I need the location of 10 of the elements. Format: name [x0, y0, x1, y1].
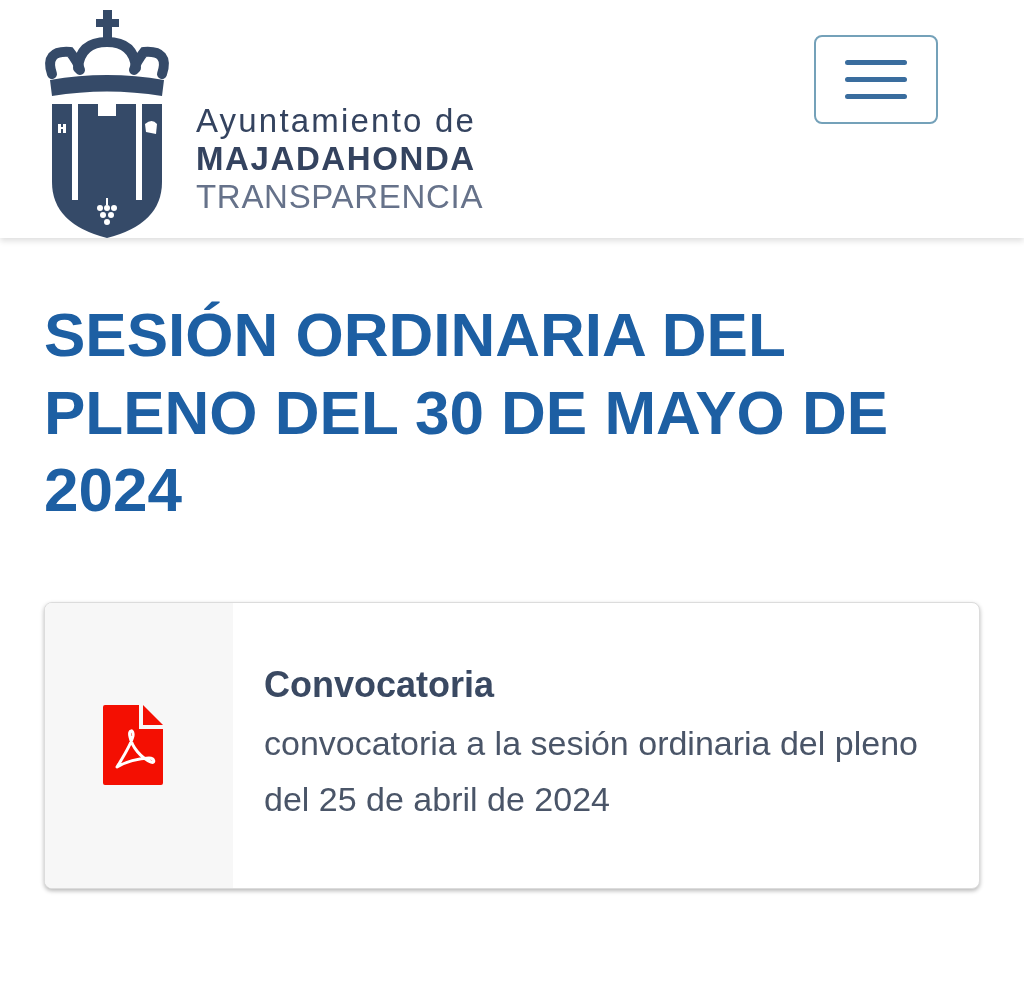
- menu-icon: [845, 60, 907, 99]
- logo-text: TRANSPARENCIA: [196, 178, 484, 216]
- document-card[interactable]: Convocatoria convocatoria a la sesión ordinaria del pleno del 25 de abril de 2024: [44, 601, 980, 889]
- document-title: Convocatoria: [264, 663, 496, 706]
- logo-text: Ayuntamiento de: [196, 102, 478, 140]
- page-title: SESIÓN ORDINARIA DEL PLENO DEL 30 DE MAYO DE 2024: [44, 299, 890, 526]
- document-description: convocatoria a la sesión ordinaria del pleno del 25 de abril de 2024: [264, 723, 919, 820]
- menu-button[interactable]: [814, 35, 938, 124]
- logo-text: MAJADAHONDA: [196, 140, 477, 178]
- pdf-file-icon: [103, 705, 163, 785]
